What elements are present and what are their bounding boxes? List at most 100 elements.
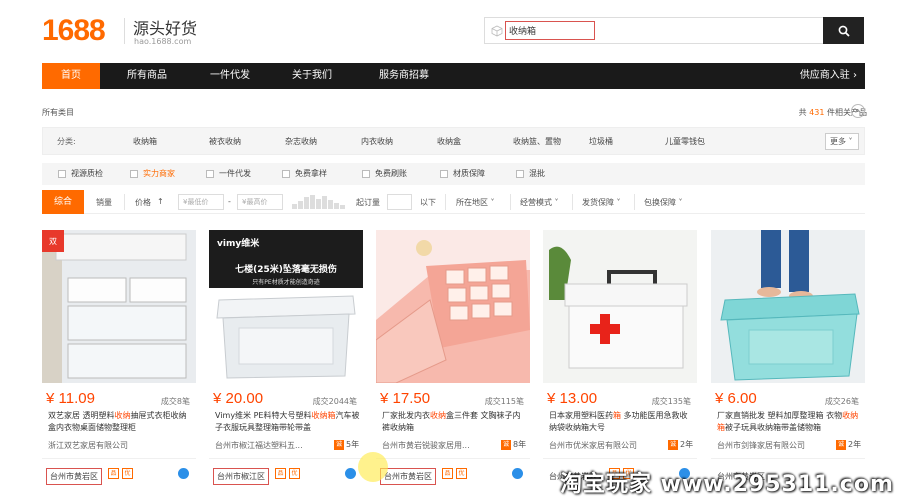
location-dropdown[interactable]: 所在地区 ˅ — [456, 197, 495, 208]
site-logo[interactable]: 1688 — [42, 14, 106, 48]
filter-checkbox[interactable]: 一件代发 — [206, 168, 251, 179]
checkbox-icon[interactable] — [206, 169, 214, 178]
chat-icon[interactable] — [345, 468, 356, 479]
filter-checkbox[interactable]: 免费刷账 — [362, 168, 407, 179]
product-price: ¥ 17.50 — [380, 390, 431, 407]
filter-label: 视源质检 — [71, 169, 103, 178]
moq-below-label: 以下 — [420, 198, 436, 207]
divider — [124, 194, 125, 210]
sort-price[interactable]: 价格 — [135, 197, 151, 208]
chat-icon[interactable] — [512, 468, 523, 479]
checkbox-icon[interactable] — [440, 169, 448, 178]
product-card[interactable]: vimy维米 七楼(25米)坠落毫无损伤 只有PE材质才能创造奇迹 ¥ 20.0… — [209, 230, 363, 492]
nav-item-about[interactable]: 关于我们 — [277, 63, 347, 89]
search-input[interactable] — [505, 21, 595, 40]
checkbox-icon[interactable] — [362, 169, 370, 178]
price-max-input[interactable]: ¥最高价 — [237, 194, 283, 210]
nav-supplier-join[interactable]: 供应商入驻 › — [800, 63, 857, 89]
product-company[interactable]: 台州市黄岩锐骏家居用... — [382, 440, 492, 451]
category-item[interactable]: 收纳箱 — [133, 136, 157, 147]
sort-default[interactable]: 综合 — [42, 190, 84, 214]
product-deals: 成交135笔 — [651, 397, 691, 406]
category-item[interactable]: 收纳篮、置物 — [513, 136, 561, 147]
sort-arrow-icon: ↑ — [157, 197, 164, 206]
product-card[interactable]: ¥ 6.00 成交26笔 厂家直销批发 塑料加厚整理箱 衣物收纳箱被子玩具收纳箱… — [711, 230, 865, 492]
divider — [209, 458, 363, 459]
business-dropdown[interactable]: 经营模式 ˅ — [520, 197, 559, 208]
search-box[interactable] — [484, 17, 824, 44]
product-image[interactable]: 双 — [42, 230, 196, 383]
product-image[interactable] — [711, 230, 865, 383]
logo-divider — [124, 18, 125, 44]
badge-icon: 优 — [289, 468, 300, 479]
product-company[interactable]: 台州市椒江福达塑料五... — [215, 440, 325, 451]
search-button[interactable] — [823, 17, 864, 44]
more-categories-button[interactable]: 更多 ˅ — [825, 133, 859, 150]
sort-sales[interactable]: 销量 — [96, 197, 112, 208]
filter-label: 材质保障 — [453, 169, 485, 178]
nav-item-home[interactable]: 首页 — [42, 63, 100, 89]
product-deals: 成交26笔 — [824, 397, 859, 406]
filter-checkbox[interactable]: 免费拿样 — [282, 168, 327, 179]
product-title[interactable]: 厂家直销批发 塑料加厚整理箱 衣物收纳箱被子玩具收纳箱带盖储物箱 — [717, 410, 863, 434]
filter-checkbox[interactable]: 混批 — [516, 168, 545, 179]
product-title[interactable]: 双艺家居 透明塑料收纳抽屉式衣柜收纳盒内衣物桌面储物整理柜 — [48, 410, 194, 434]
product-title[interactable]: Vimy维米 PE料特大号塑料收纳箱汽车被子衣服玩具整理箱带轮带盖 — [215, 410, 361, 434]
product-image[interactable] — [376, 230, 530, 383]
divider — [634, 194, 635, 210]
category-item[interactable]: 儿童零钱包 — [665, 136, 705, 147]
price-distribution-icon[interactable] — [292, 195, 348, 209]
category-item[interactable]: 垃圾桶 — [589, 136, 613, 147]
chat-icon[interactable] — [178, 468, 189, 479]
product-deals: 成交8笔 — [160, 397, 190, 406]
year-badge-icon: 诚 — [836, 439, 846, 450]
checkbox-icon[interactable] — [516, 169, 524, 178]
year-badge-icon: 诚 — [501, 439, 511, 450]
price-min-input[interactable]: ¥最低价 — [178, 194, 224, 210]
collapse-toggle[interactable] — [851, 104, 865, 118]
package-dropdown[interactable]: 包换保障 ˅ — [644, 197, 683, 208]
category-item[interactable]: 杂志收纳 — [285, 136, 317, 147]
filter-checkbox[interactable]: 实力商家 — [130, 168, 175, 179]
checkbox-icon[interactable] — [282, 169, 290, 178]
nav-item-all-products[interactable]: 所有商品 — [112, 63, 182, 89]
product-company[interactable]: 台州市剑锋家居有限公司 — [717, 440, 827, 451]
breadcrumb[interactable]: 所有类目 — [42, 107, 74, 118]
product-price: ¥ 6.00 — [715, 390, 757, 407]
svg-text:七楼(25米)坠落毫无损伤: 七楼(25米)坠落毫无损伤 — [235, 263, 337, 275]
product-title[interactable]: 厂家批发内衣收纳盒三件套 文胸袜子内裤收纳箱 — [382, 410, 528, 434]
svg-text:双: 双 — [49, 237, 57, 246]
filter-checkbox[interactable]: 视源质检 — [58, 168, 103, 179]
filter-checkbox[interactable]: 材质保障 — [440, 168, 485, 179]
site-domain: hao.1688.com — [134, 37, 192, 46]
product-image[interactable] — [543, 230, 697, 383]
divider — [572, 194, 573, 210]
category-item[interactable]: 内衣收纳 — [361, 136, 393, 147]
nav-item-dropship[interactable]: 一件代发 — [195, 63, 265, 89]
product-card[interactable]: ¥ 13.00 成交135笔 日本家用塑料医药箱 多功能医用急救收纳袋收纳箱大号… — [543, 230, 697, 492]
medicine-box-image — [543, 230, 697, 383]
nav-item-recruit[interactable]: 服务商招募 — [364, 63, 444, 89]
product-card[interactable]: 双 ¥ 11.09 成交8笔 双艺家居 透明塑料收纳抽屉式衣柜收纳盒内衣物桌面储… — [42, 230, 196, 492]
product-card[interactable]: ¥ 17.50 成交115笔 厂家批发内衣收纳盒三件套 文胸袜子内裤收纳箱 台州… — [376, 230, 530, 492]
product-company[interactable]: 浙江双艺家居有限公司 — [48, 440, 158, 451]
moq-input[interactable] — [387, 194, 412, 210]
category-item[interactable]: 收纳盒 — [437, 136, 461, 147]
more-label: 更多 — [830, 137, 846, 146]
product-company[interactable]: 台州市优米家居有限公司 — [549, 440, 659, 451]
year-badge-icon: 诚 — [668, 439, 678, 450]
product-location: 台州市黄岩区 — [46, 468, 102, 485]
product-price: ¥ 11.09 — [46, 390, 95, 407]
checkbox-icon[interactable] — [58, 169, 66, 178]
product-deals: 成交2044笔 — [312, 397, 357, 406]
badge-icon: 品 — [275, 468, 286, 479]
category-item[interactable]: 被衣收纳 — [209, 136, 241, 147]
product-years: 诚 2年 — [836, 439, 862, 450]
checkbox-icon[interactable] — [130, 169, 138, 178]
shipping-dropdown[interactable]: 发货保障 ˅ — [582, 197, 621, 208]
product-image[interactable]: vimy维米 七楼(25米)坠落毫无损伤 只有PE材质才能创造奇迹 — [209, 230, 363, 383]
product-title[interactable]: 日本家用塑料医药箱 多功能医用急救收纳袋收纳箱大号 — [549, 410, 695, 434]
filter-label: 实力商家 — [143, 169, 175, 178]
main-nav: 首页 所有商品 一件代发 关于我们 服务商招募 供应商入驻 › — [42, 63, 865, 89]
filter-label: 混批 — [529, 169, 545, 178]
